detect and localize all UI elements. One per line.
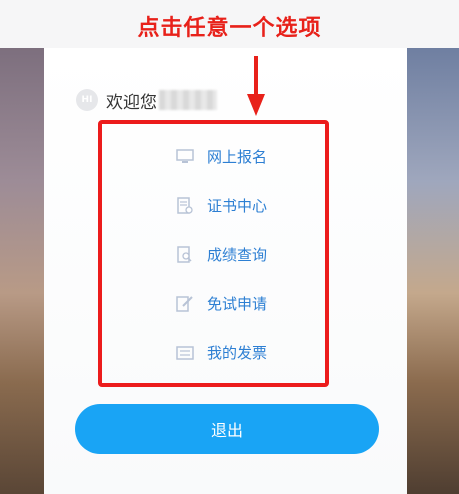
username-blurred xyxy=(159,90,217,110)
menu-item-label: 免试申请 xyxy=(207,295,268,313)
menu-item-my-invoice[interactable]: 我的发票 xyxy=(175,328,315,377)
menu-item-label: 证书中心 xyxy=(207,197,268,215)
logout-button[interactable]: 退出 xyxy=(75,404,379,454)
menu-item-exemption-application[interactable]: 免试申请 xyxy=(175,279,315,328)
menu-item-score-query[interactable]: 成绩查询 xyxy=(175,230,315,279)
annotation-arrow-icon xyxy=(247,56,265,116)
menu-item-label: 成绩查询 xyxy=(207,246,268,264)
invoice-icon xyxy=(175,343,195,363)
edit-application-icon xyxy=(175,294,195,314)
welcome-row: HI 欢迎您 xyxy=(76,88,217,113)
menu-item-label: 我的发票 xyxy=(207,344,268,362)
menu-item-online-registration[interactable]: 网上报名 xyxy=(175,132,315,181)
certificate-icon xyxy=(175,196,195,216)
monitor-icon xyxy=(175,147,195,167)
background-image-right xyxy=(407,48,459,494)
menu-item-certificate-center[interactable]: 证书中心 xyxy=(175,181,315,230)
welcome-text: 欢迎您 xyxy=(106,92,157,113)
user-menu: 网上报名 证书中心 成绩查询 免试申请 我的发票 xyxy=(175,132,315,377)
score-search-icon xyxy=(175,245,195,265)
background-image-left xyxy=(0,48,44,494)
annotation-title: 点击任意一个选项 xyxy=(137,16,322,41)
screen: 点击任意一个选项 HI 欢迎您 网上报名 证书中心 成绩查询 免试申请 我的发票… xyxy=(0,0,459,494)
menu-item-label: 网上报名 xyxy=(207,148,268,166)
avatar: HI xyxy=(76,89,98,111)
